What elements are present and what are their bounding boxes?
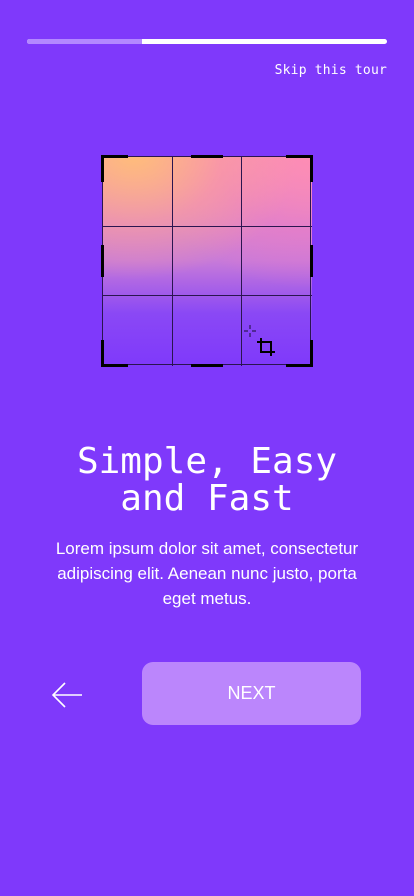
crop-handle-top-left[interactable] <box>101 155 128 182</box>
skip-tour-link[interactable]: Skip this tour <box>275 63 387 78</box>
crop-grid-line <box>102 295 312 296</box>
onboarding-description: Lorem ipsum dolor sit amet, consectetur … <box>55 539 359 608</box>
crop-handle-bottom[interactable] <box>191 364 223 367</box>
crop-illustration <box>101 155 313 367</box>
onboarding-progress-bar <box>27 39 387 44</box>
onboarding-title: Simple, Easy and Fast <box>76 441 338 519</box>
crop-handle-right[interactable] <box>310 245 313 277</box>
back-button[interactable] <box>48 677 88 713</box>
crop-handle-left[interactable] <box>101 245 104 277</box>
crop-handle-top-right[interactable] <box>286 155 313 182</box>
crop-grid-line <box>241 156 242 366</box>
crop-icon <box>257 338 275 356</box>
crop-grid-line <box>102 226 312 227</box>
crop-handle-top[interactable] <box>191 155 223 158</box>
crop-handle-bottom-right[interactable] <box>286 340 313 367</box>
gradient-image <box>102 156 312 366</box>
crop-handle-bottom-left[interactable] <box>101 340 128 367</box>
crop-grid-line <box>172 156 173 366</box>
next-button[interactable]: NEXT <box>142 662 361 725</box>
arrow-left-icon <box>51 682 82 708</box>
onboarding-progress-fill <box>27 39 143 44</box>
